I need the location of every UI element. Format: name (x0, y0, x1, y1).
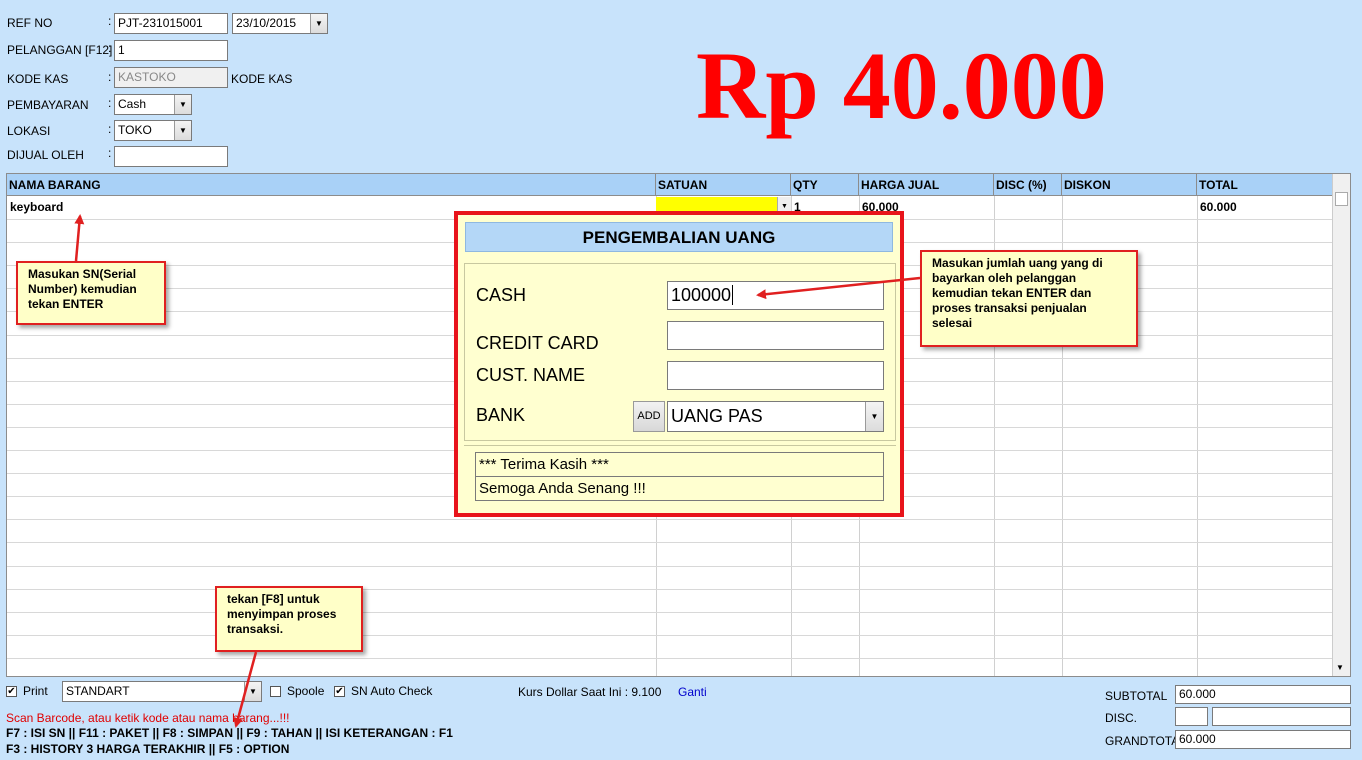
scan-hint: Scan Barcode, atau ketik kode atau nama … (6, 711, 290, 725)
grid-row-line (7, 542, 1333, 544)
pembayaran-value: Cash (118, 97, 147, 111)
colon: : (108, 70, 112, 84)
colon: : (108, 122, 112, 136)
add-bank-button[interactable]: ADD (633, 401, 665, 432)
dialog-title: PENGEMBALIAN UANG (465, 222, 893, 252)
ref-no-label: REF NO (7, 16, 53, 30)
grid-row-line (7, 657, 1333, 659)
colon: : (108, 96, 112, 110)
credit-card-input[interactable] (667, 321, 884, 350)
print-mode-value: STANDART (66, 684, 130, 698)
chevron-down-icon[interactable]: ▼ (244, 682, 261, 701)
lokasi-label: LOKASI (7, 124, 51, 138)
chevron-down-icon[interactable]: ▼ (174, 121, 191, 140)
ganti-link[interactable]: Ganti (678, 685, 707, 699)
subtotal-label: SUBTOTAL (1105, 689, 1168, 703)
spoole-checkbox[interactable] (270, 686, 281, 697)
pelanggan-label: PELANGGAN [F12] (7, 43, 113, 57)
print-mode-select[interactable]: STANDART ▼ (62, 681, 262, 702)
pembayaran-label: PEMBAYARAN (7, 98, 89, 112)
cash-value: 100000 (671, 285, 732, 305)
shortcut-keys-line2: F3 : HISTORY 3 HARGA TERAKHIR || F5 : OP… (6, 742, 290, 756)
grandtotal-label: GRANDTOTAL (1105, 734, 1186, 748)
col-harga-jual[interactable]: HARGA JUAL (859, 174, 994, 196)
kode-kas-label: KODE KAS (7, 72, 69, 86)
callout-sn: Masukan SN(Serial Number) kemudian tekan… (16, 261, 166, 325)
disc-label: DISC. (1105, 711, 1138, 725)
disc-value-field[interactable] (1212, 707, 1351, 726)
date-picker[interactable]: 23/10/2015 ▼ (232, 13, 328, 34)
shortcut-keys-line1: F7 : ISI SN || F11 : PAKET || F8 : SIMPA… (6, 726, 453, 740)
col-total[interactable]: TOTAL (1197, 174, 1333, 196)
colon: : (108, 14, 112, 28)
col-satuan[interactable]: SATUAN (656, 174, 791, 196)
col-diskon[interactable]: DISKON (1062, 174, 1197, 196)
print-checkbox[interactable]: ✔ (6, 686, 17, 697)
cust-name-input[interactable] (667, 361, 884, 390)
pelanggan-field[interactable]: 1 (114, 40, 228, 61)
grid-row-line (7, 611, 1333, 613)
chevron-down-icon[interactable]: ▼ (1336, 663, 1344, 672)
grid-column-line (1197, 196, 1198, 676)
bank-label: BANK (476, 405, 526, 425)
bank-value: UANG PAS (671, 406, 763, 426)
col-nama-barang[interactable]: NAMA BARANG (7, 174, 656, 196)
lokasi-value: TOKO (118, 123, 152, 137)
col-disc[interactable]: DISC (%) (994, 174, 1062, 196)
grid-row-line (7, 588, 1333, 590)
credit-card-label: CREDIT CARD (476, 333, 599, 353)
cust-name-label: CUST. NAME (476, 365, 586, 385)
grid-row-line (7, 565, 1333, 567)
dijual-oleh-label: DIJUAL OLEH (7, 148, 84, 162)
grid-row-line (7, 519, 1333, 521)
cell-total[interactable]: 60.000 (1200, 200, 1237, 214)
cash-input[interactable]: 100000 (667, 281, 884, 310)
disc-pct-field[interactable] (1175, 707, 1208, 726)
pembayaran-select[interactable]: Cash ▼ (114, 94, 192, 115)
kurs-label: Kurs Dollar Saat Ini : 9.100 (518, 685, 662, 699)
chevron-down-icon[interactable]: ▼ (310, 14, 327, 33)
sn-auto-label: SN Auto Check (351, 684, 433, 698)
pengembalian-uang-dialog: PENGEMBALIAN UANG CASH 100000 CREDIT CAR… (454, 211, 904, 517)
grid-row-line (7, 634, 1333, 636)
chevron-down-icon[interactable]: ▼ (174, 95, 191, 114)
grid-scrollbar[interactable]: ▼ (1332, 174, 1350, 676)
colon: : (108, 146, 112, 160)
colon: : (108, 41, 112, 55)
bank-select[interactable]: UANG PAS ▼ (667, 401, 884, 432)
dijual-oleh-field[interactable] (114, 146, 228, 167)
col-qty[interactable]: QTY (791, 174, 859, 196)
lokasi-select[interactable]: TOKO ▼ (114, 120, 192, 141)
print-label: Print (23, 684, 48, 698)
sn-auto-checkbox[interactable]: ✔ (334, 686, 345, 697)
spoole-label: Spoole (287, 684, 325, 698)
cell-nama[interactable]: keyboard (10, 200, 63, 214)
ref-no-field[interactable]: PJT-231015001 (114, 13, 228, 34)
text-cursor (732, 285, 734, 305)
total-display: Rp 40.000 (696, 32, 1107, 139)
grandtotal-field[interactable]: 60.000 (1175, 730, 1351, 749)
grid-header: NAMA BARANG SATUAN QTY HARGA JUAL DISC (… (7, 174, 1333, 196)
callout-cash: Masukan jumlah uang yang di bayarkan ole… (920, 250, 1138, 347)
kode-kas-field[interactable]: KASTOKO (114, 67, 228, 88)
subtotal-field[interactable]: 60.000 (1175, 685, 1351, 704)
cash-label: CASH (476, 285, 527, 305)
scroll-thumb[interactable] (1335, 192, 1348, 206)
callout-f8: tekan [F8] untuk menyimpan proses transa… (215, 586, 363, 652)
closing-message[interactable]: Semoga Anda Senang !!! (475, 476, 884, 501)
thank-you-message[interactable]: *** Terima Kasih *** (475, 452, 884, 477)
date-value: 23/10/2015 (236, 16, 297, 30)
kode-kas-suffix: KODE KAS (231, 72, 293, 86)
chevron-down-icon[interactable]: ▼ (865, 402, 883, 431)
